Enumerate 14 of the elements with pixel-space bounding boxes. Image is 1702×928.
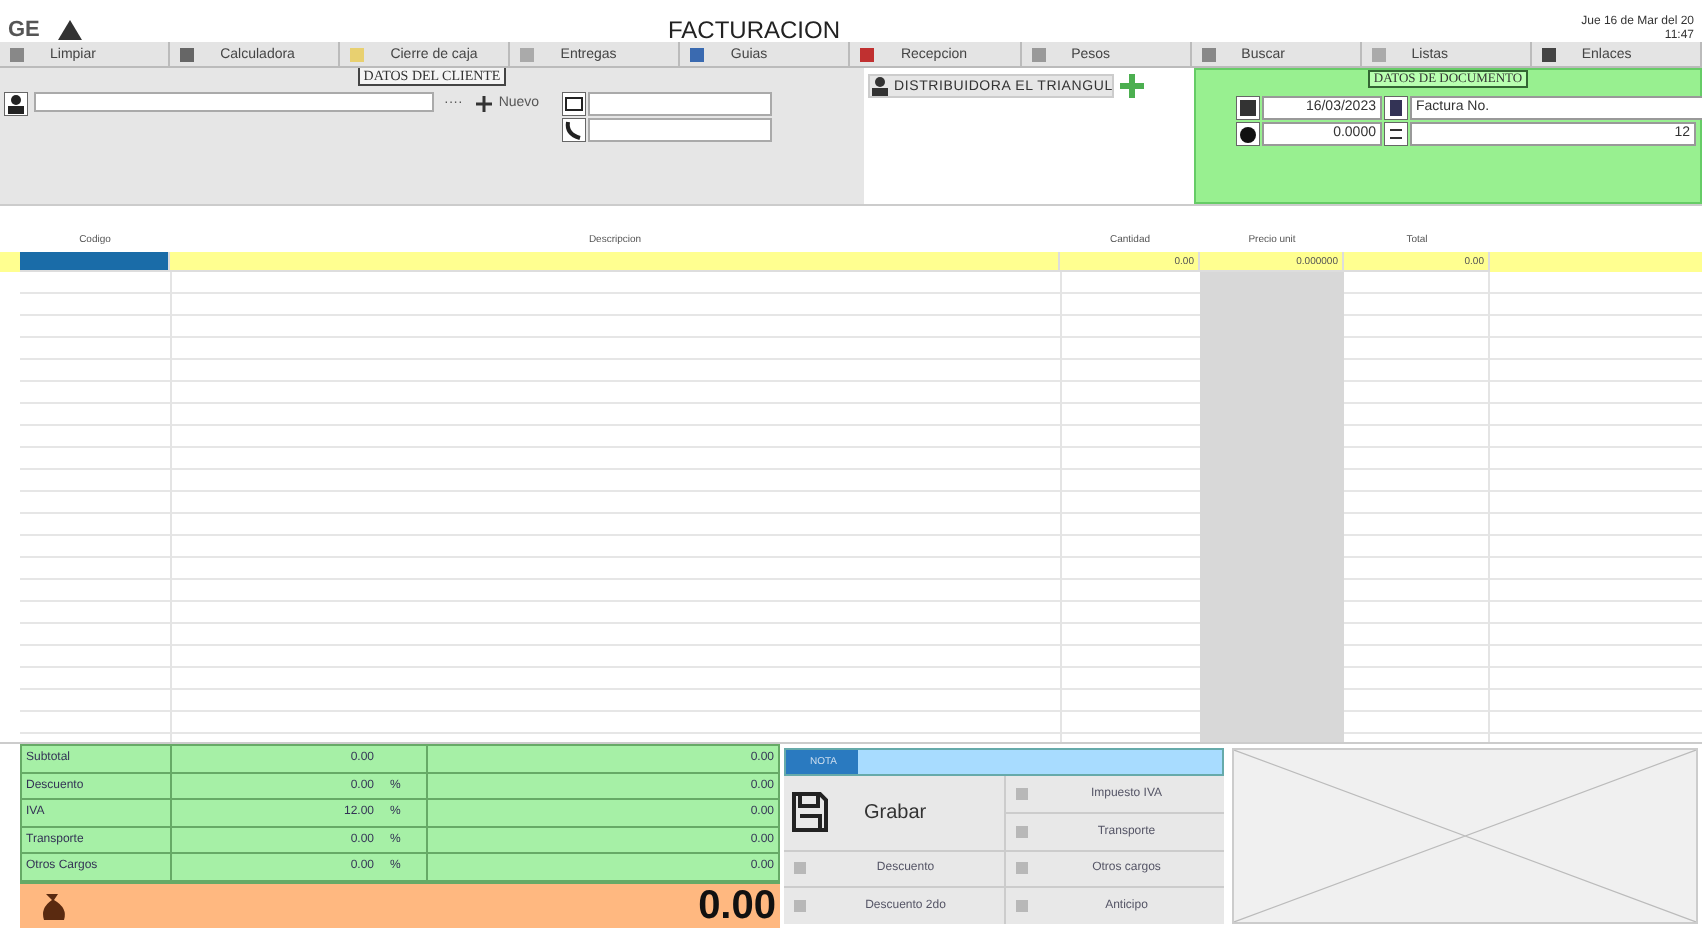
- document-icon: [1384, 96, 1408, 120]
- person-icon: [4, 92, 28, 116]
- phone-icon: [561, 118, 586, 142]
- grand-total-value: 0.00: [698, 887, 776, 924]
- save-button[interactable]: Grabar: [784, 776, 1003, 849]
- plus-icon: [476, 95, 493, 111]
- add-icon[interactable]: [1118, 72, 1147, 100]
- app-logo: GE: [8, 17, 40, 41]
- card-icon: [561, 92, 586, 116]
- person-icon: [870, 76, 890, 96]
- save-icon: [792, 792, 828, 833]
- client-name-field[interactable]: [34, 92, 434, 112]
- window-title: FACTURACION: [668, 15, 843, 43]
- calendar-icon: [1236, 96, 1260, 120]
